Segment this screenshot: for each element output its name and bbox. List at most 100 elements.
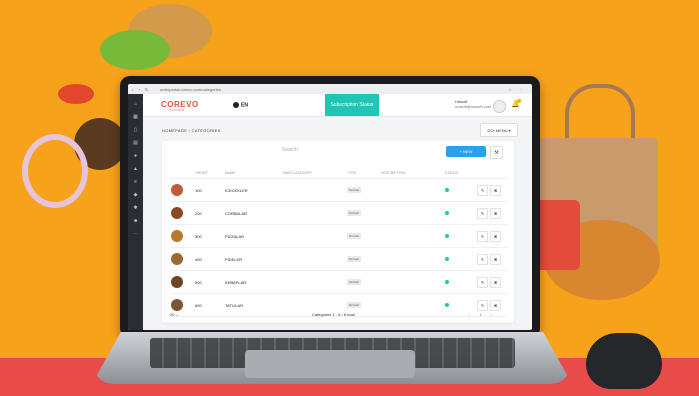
language-selector[interactable]: EN — [233, 102, 248, 108]
category-thumbnail — [171, 206, 183, 219]
browser-tools-icons[interactable]: ☆ ⋮ — [508, 87, 532, 92]
laptop-screen: ‹ › ↻ orderportal.corevo.com/categories … — [128, 84, 532, 330]
row-name: TATLILAR — [224, 293, 282, 317]
status-dot — [445, 256, 449, 261]
user-info[interactable]: Unisoft unisoft@unisoft.com — [455, 99, 491, 109]
pagination-controls[interactable]: ‹ 1 › — [469, 312, 496, 317]
category-thumbnail — [171, 229, 183, 242]
row-name: ICECEKLER — [224, 178, 282, 202]
category-thumbnail — [171, 252, 183, 265]
row-description — [380, 201, 444, 225]
status-dot — [445, 279, 449, 284]
col-main-category[interactable]: MAIN CATEGORY — [282, 167, 346, 179]
row-order: 200 — [194, 201, 224, 225]
status-dot — [445, 210, 449, 215]
category-thumbnail — [171, 183, 183, 196]
status-dot — [445, 187, 449, 192]
trash-icon[interactable]: ✖ — [490, 299, 501, 311]
col-order[interactable]: ORDER — [194, 167, 224, 179]
trash-icon[interactable]: ✖ — [490, 184, 501, 196]
table-row[interactable]: 100 ICECEKLER Normal ✎ ✖ — [170, 178, 508, 202]
status-dot — [445, 233, 449, 238]
type-badge: Normal — [347, 210, 361, 216]
user-email: unisoft@unisoft.com — [455, 104, 492, 109]
mouse-image — [586, 333, 662, 389]
table-row[interactable]: 300 PIZZALAR Normal ✎ ✖ — [170, 224, 508, 248]
row-main-category — [282, 201, 346, 225]
globe-icon — [233, 102, 239, 108]
go-menu-button[interactable]: GO! MENU ▾ — [480, 123, 518, 137]
trash-icon[interactable]: ✖ — [490, 230, 501, 242]
col-type[interactable]: TYPE — [346, 167, 380, 179]
table-row[interactable]: 200 CORBALAR Normal ✎ ✖ — [170, 201, 508, 225]
edit-icon[interactable]: ✎ — [477, 207, 488, 219]
brand-sub: ORDER — [169, 108, 185, 112]
settings-icon[interactable]: ✱ — [128, 205, 143, 211]
row-order: 100 — [194, 178, 224, 202]
document-icon[interactable]: ▯ — [128, 127, 143, 133]
edit-icon[interactable]: ✎ — [477, 253, 488, 265]
type-badge: Normal — [347, 187, 361, 193]
row-description — [380, 293, 444, 317]
trash-icon[interactable]: ✖ — [490, 207, 501, 219]
subscription-status-button[interactable]: Subscription Status — [325, 94, 379, 116]
edit-icon[interactable]: ✎ — [477, 276, 488, 288]
more-icon[interactable]: ⋯ — [128, 231, 143, 237]
page-size-select[interactable]: 20 ⌄ — [170, 312, 179, 317]
grid-icon[interactable]: ▦ — [128, 114, 143, 120]
type-badge: Normal — [347, 233, 361, 239]
table-row[interactable]: 500 KEBAPLAR Normal ✎ ✖ — [170, 270, 508, 294]
laptop-touchpad — [245, 350, 415, 378]
row-order: 400 — [194, 247, 224, 271]
bag-handle-image — [565, 84, 635, 146]
row-main-category — [282, 178, 346, 202]
type-badge: Normal — [347, 302, 361, 308]
edit-icon[interactable]: ✎ — [477, 184, 488, 196]
edit-icon[interactable]: ✎ — [477, 230, 488, 242]
col-image — [170, 167, 194, 179]
tomato-image — [58, 84, 94, 104]
page-size-value: 20 — [170, 312, 175, 317]
lettuce-image — [100, 30, 170, 70]
trash-icon[interactable]: ✖ — [490, 276, 501, 288]
chevron-down-icon: ⌄ — [175, 312, 179, 317]
col-description[interactable]: DESCRIPTION — [380, 167, 444, 179]
avatar[interactable] — [493, 100, 506, 113]
browser-nav-icons[interactable]: ‹ › ↻ — [128, 87, 160, 92]
row-order: 300 — [194, 224, 224, 248]
url-field[interactable]: orderportal.corevo.com/categories — [160, 87, 508, 92]
status-dot — [445, 302, 449, 307]
row-name: PIZZALAR — [224, 224, 282, 248]
col-name[interactable]: NAME — [224, 167, 282, 179]
user-icon[interactable]: ● — [128, 153, 143, 159]
categories-table: ORDER NAME MAIN CATEGORY TYPE DESCRIPTIO… — [170, 167, 508, 317]
print-icon[interactable]: ▤ — [128, 140, 143, 146]
search-input[interactable]: Search — [282, 147, 392, 157]
language-label: EN — [241, 102, 248, 109]
list-icon[interactable]: ≡ — [128, 179, 143, 185]
row-name: CORBALAR — [224, 201, 282, 225]
edit-icon[interactable]: ✎ — [477, 299, 488, 311]
row-order: 500 — [194, 270, 224, 294]
tag-icon[interactable]: ◆ — [128, 192, 143, 198]
table-row[interactable]: 400 PIDELER Normal ✎ ✖ — [170, 247, 508, 271]
breadcrumb: HOMEPAGE › CATEGORIES — [162, 128, 221, 133]
onion-ring-image — [22, 134, 88, 208]
category-thumbnail — [171, 298, 183, 311]
sidebar: ⌂ ▦ ▯ ▤ ● ▲ ≡ ◆ ✱ ■ ⋯ — [128, 94, 143, 330]
lock-icon[interactable]: ■ — [128, 218, 143, 224]
home-icon[interactable]: ⌂ — [128, 101, 143, 107]
category-thumbnail — [171, 275, 183, 288]
row-main-category — [282, 224, 346, 248]
trash-icon[interactable]: ✖ — [490, 253, 501, 265]
col-actions — [476, 167, 508, 179]
row-description — [380, 270, 444, 294]
new-button[interactable]: + NEW — [446, 146, 486, 157]
chart-icon[interactable]: ▲ — [128, 166, 143, 172]
wrench-icon[interactable]: ⚒ — [490, 146, 503, 159]
row-description — [380, 247, 444, 271]
categories-card: Search + NEW ⚒ ORDER NAME MAIN CATEGORY … — [162, 141, 514, 323]
row-description — [380, 178, 444, 202]
col-status[interactable]: STATUS — [444, 167, 476, 179]
row-description — [380, 224, 444, 248]
